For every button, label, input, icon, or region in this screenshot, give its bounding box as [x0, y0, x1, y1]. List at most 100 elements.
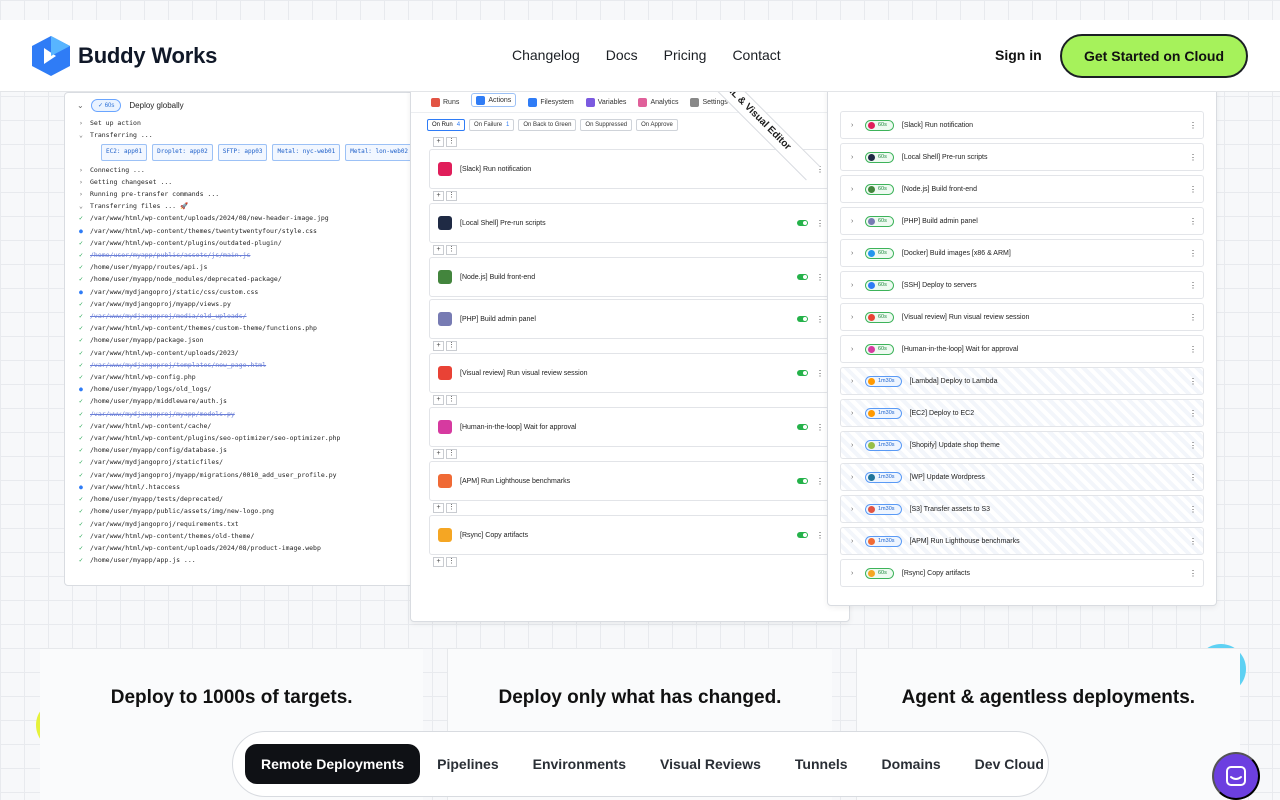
action-card[interactable]: [Rsync] Copy artifacts ⋮ [429, 515, 829, 555]
kebab-menu-icon[interactable]: ⋮ [816, 531, 824, 540]
run-step-row[interactable]: › 60s [Visual review] Run visual review se… [840, 303, 1204, 331]
enabled-toggle[interactable] [797, 478, 808, 484]
log-row[interactable]: › Connecting ... [79, 164, 415, 176]
more-options-button[interactable]: ⋮ [446, 395, 457, 405]
enabled-toggle[interactable] [797, 316, 808, 322]
enabled-toggle[interactable] [797, 424, 808, 430]
run-step-row[interactable]: › 60s [Slack] Run notification ⋮ [840, 111, 1204, 139]
nav-changelog[interactable]: Changelog [512, 47, 580, 63]
kebab-menu-icon[interactable]: ⋮ [1189, 281, 1197, 290]
add-action-button[interactable]: + [433, 395, 444, 405]
more-options-button[interactable]: ⋮ [446, 245, 457, 255]
run-step-row[interactable]: › 1m30s [Shopify] Update shop theme ⋮ [840, 431, 1204, 459]
chevron-right-icon[interactable]: › [851, 218, 857, 225]
tab-variables[interactable]: Variables [585, 93, 626, 112]
add-action-button[interactable]: + [433, 245, 444, 255]
run-step-row[interactable]: › 1m30s [WP] Update Wordpress ⋮ [840, 463, 1204, 491]
kebab-menu-icon[interactable]: ⋮ [816, 369, 824, 378]
log-row[interactable]: › Running pre-transfer commands ... [79, 188, 415, 200]
add-action-button[interactable]: + [433, 557, 444, 567]
add-action-button[interactable]: + [433, 137, 444, 147]
kebab-menu-icon[interactable]: ⋮ [1189, 441, 1197, 450]
kebab-menu-icon[interactable]: ⋮ [1189, 185, 1197, 194]
kebab-menu-icon[interactable]: ⋮ [1189, 121, 1197, 130]
kebab-menu-icon[interactable]: ⋮ [1189, 217, 1197, 226]
kebab-menu-icon[interactable]: ⋮ [1189, 409, 1197, 418]
enabled-toggle[interactable] [797, 274, 808, 280]
more-options-button[interactable]: ⋮ [446, 503, 457, 513]
kebab-menu-icon[interactable]: ⋮ [816, 315, 824, 324]
kebab-menu-icon[interactable]: ⋮ [1189, 249, 1197, 258]
tab-domains[interactable]: Domains [865, 744, 958, 784]
action-card[interactable]: [Visual review] Run visual review sessio… [429, 353, 829, 393]
run-step-row[interactable]: › 60s [Docker] Build images [x86 & ARM] ⋮ [840, 239, 1204, 267]
chevron-right-icon[interactable]: › [851, 122, 857, 129]
nav-docs[interactable]: Docs [606, 47, 638, 63]
chevron-right-icon[interactable]: › [851, 538, 857, 545]
chevron-right-icon[interactable]: › [851, 410, 857, 417]
kebab-menu-icon[interactable]: ⋮ [1189, 473, 1197, 482]
tab-environments[interactable]: Environments [516, 744, 643, 784]
chevron-right-icon[interactable]: › [851, 282, 857, 289]
add-action-button[interactable]: + [433, 449, 444, 459]
more-options-button[interactable]: ⋮ [446, 449, 457, 459]
run-step-row[interactable]: › 60s [Local Shell] Pre-run scripts ⋮ [840, 143, 1204, 171]
run-step-row[interactable]: › 1m30s [S3] Transfer assets to S3 ⋮ [840, 495, 1204, 523]
add-action-button[interactable]: + [433, 503, 444, 513]
action-card[interactable]: [Node.js] Build front-end ⋮ [429, 257, 829, 297]
chevron-right-icon[interactable]: › [851, 154, 857, 161]
tab-pipelines[interactable]: Pipelines [420, 744, 515, 784]
kebab-menu-icon[interactable]: ⋮ [1189, 377, 1197, 386]
run-step-row[interactable]: › 60s [Rsync] Copy artifacts ⋮ [840, 559, 1204, 587]
run-step-row[interactable]: › 60s [Human-in-the-loop] Wait for approva… [840, 335, 1204, 363]
kebab-menu-icon[interactable]: ⋮ [816, 423, 824, 432]
run-step-row[interactable]: › 1m30s [APM] Run Lighthouse benchmarks ⋮ [840, 527, 1204, 555]
kebab-menu-icon[interactable]: ⋮ [816, 273, 824, 282]
add-action-button[interactable]: + [433, 191, 444, 201]
action-card[interactable]: [APM] Run Lighthouse benchmarks ⋮ [429, 461, 829, 501]
more-options-button[interactable]: ⋮ [446, 557, 457, 567]
run-step-row[interactable]: › 60s [SSH] Deploy to servers ⋮ [840, 271, 1204, 299]
kebab-menu-icon[interactable]: ⋮ [1189, 505, 1197, 514]
filter-on-failure[interactable]: On Failure 1 [469, 119, 515, 131]
tab-filesystem[interactable]: Filesystem [528, 93, 574, 112]
target-tag[interactable]: Metal: nyc-web01 [272, 144, 341, 161]
chevron-right-icon[interactable]: › [851, 314, 857, 321]
get-started-button[interactable]: Get Started on Cloud [1060, 34, 1248, 78]
add-action-button[interactable]: + [433, 341, 444, 351]
kebab-menu-icon[interactable]: ⋮ [816, 477, 824, 486]
tab-dev-cloud[interactable]: Dev Cloud [958, 744, 1061, 784]
run-step-row[interactable]: › 1m30s [Lambda] Deploy to Lambda ⋮ [840, 367, 1204, 395]
chevron-down-icon[interactable]: ⌄ [77, 101, 84, 110]
tab-actions[interactable]: Actions [471, 93, 517, 107]
nav-contact[interactable]: Contact [732, 47, 780, 63]
filter-on-run[interactable]: On Run 4 [427, 119, 466, 131]
log-row[interactable]: ⌄ Transferring files ... 🚀 [79, 200, 415, 212]
run-step-row[interactable]: › 60s [Node.js] Build front-end ⋮ [840, 175, 1204, 203]
nav-pricing[interactable]: Pricing [664, 47, 707, 63]
chevron-right-icon[interactable]: › [851, 570, 857, 577]
tab-visual-reviews[interactable]: Visual Reviews [643, 744, 778, 784]
enabled-toggle[interactable] [797, 532, 808, 538]
kebab-menu-icon[interactable]: ⋮ [1189, 345, 1197, 354]
chevron-right-icon[interactable]: › [851, 442, 857, 449]
more-options-button[interactable]: ⋮ [446, 137, 457, 147]
run-step-row[interactable]: › 60s [PHP] Build admin panel ⋮ [840, 207, 1204, 235]
log-row[interactable]: › Getting changeset ... [79, 176, 415, 188]
tab-runs[interactable]: Runs [431, 93, 459, 112]
target-tag[interactable]: Droplet: app02 [152, 144, 213, 161]
log-row[interactable]: › Set up action [79, 117, 415, 129]
target-tag[interactable]: SFTP: app03 [217, 144, 268, 161]
target-tag[interactable]: EC2: app01 [101, 144, 148, 161]
more-options-button[interactable]: ⋮ [446, 191, 457, 201]
chevron-right-icon[interactable]: › [851, 250, 857, 257]
kebab-menu-icon[interactable]: ⋮ [816, 219, 824, 228]
enabled-toggle[interactable] [797, 370, 808, 376]
run-step-row[interactable]: › 1m30s [EC2] Deploy to EC2 ⋮ [840, 399, 1204, 427]
logo[interactable]: Buddy Works [32, 36, 217, 76]
tab-tunnels[interactable]: Tunnels [778, 744, 865, 784]
kebab-menu-icon[interactable]: ⋮ [1189, 153, 1197, 162]
more-options-button[interactable]: ⋮ [446, 341, 457, 351]
log-row[interactable]: ⌄ Transferring ... [79, 129, 415, 141]
kebab-menu-icon[interactable]: ⋮ [1189, 537, 1197, 546]
